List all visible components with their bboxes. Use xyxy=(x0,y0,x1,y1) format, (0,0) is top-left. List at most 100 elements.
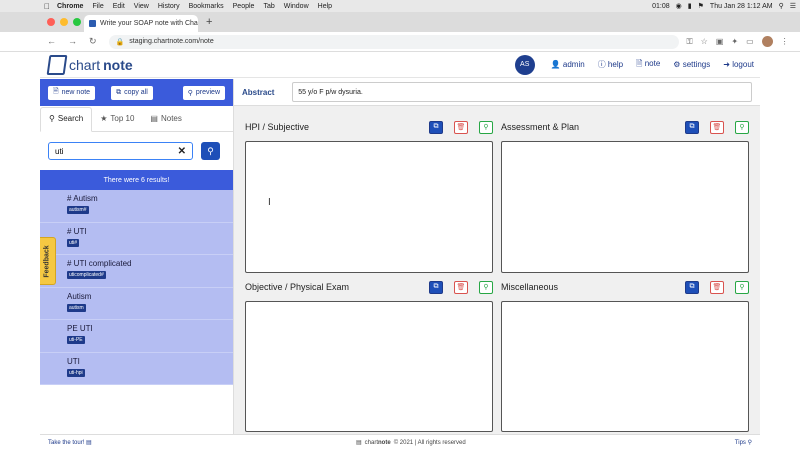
wifi-icon[interactable]: ◉ xyxy=(676,2,682,10)
text-cursor-icon: I xyxy=(268,197,271,208)
list-item[interactable]: # UTI complicated uticomplicated# xyxy=(40,255,233,288)
menu-bookmarks[interactable]: Bookmarks xyxy=(189,3,224,10)
forward-icon[interactable]: → xyxy=(68,36,77,47)
menu-edit[interactable]: Edit xyxy=(113,3,125,10)
result-title: # UTI complicated xyxy=(67,259,132,268)
result-tag: autism xyxy=(67,303,86,312)
address-bar[interactable]: 🔒 staging.chartnote.com/note xyxy=(108,34,679,49)
note-label: note xyxy=(644,58,661,68)
result-title: # UTI xyxy=(67,226,87,236)
new-tab-icon[interactable]: + xyxy=(206,16,212,28)
copy-all-button[interactable]: ⧉ copy all xyxy=(111,85,153,100)
logout-label: logout xyxy=(732,60,754,69)
close-window-button[interactable] xyxy=(47,18,55,26)
clear-search-icon[interactable]: ✕ xyxy=(178,146,186,157)
result-title: UTI xyxy=(67,356,80,366)
new-note-label: new note xyxy=(61,89,91,96)
search-button[interactable]: ⚲ xyxy=(201,142,220,160)
menu-history[interactable]: History xyxy=(158,3,180,10)
tour-label: Take the tour! xyxy=(48,440,85,446)
feedback-button[interactable]: Feedback xyxy=(40,237,56,285)
footer-logo-bold: note xyxy=(378,439,391,446)
logout-link[interactable]: ➜ logout xyxy=(723,60,754,69)
search-input[interactable]: uti ✕ xyxy=(48,142,193,160)
abstract-input[interactable]: 55 y/o F p/w dysuria. xyxy=(292,82,752,102)
main-content: Abstract 55 y/o F p/w dysuria. HPI / Sub… xyxy=(233,79,760,434)
tab-top10[interactable]: ★ Top 10 xyxy=(92,114,142,131)
search-section-button[interactable]: ⚲ xyxy=(735,280,749,294)
browser-menu-icon[interactable]: ⋮ xyxy=(781,37,789,46)
admin-link[interactable]: 👤 admin xyxy=(551,60,585,69)
note-link[interactable]: 🗎 note xyxy=(636,58,660,72)
assessment-textarea[interactable] xyxy=(501,141,749,273)
user-avatar[interactable]: AS xyxy=(514,54,535,75)
bookmark-star-icon[interactable]: ☆ xyxy=(701,37,708,46)
puzzle-icon[interactable]: ✦ xyxy=(731,37,738,46)
copy-section-button[interactable]: ⧉ xyxy=(429,120,443,134)
delete-section-button[interactable]: 🗑 xyxy=(454,120,468,134)
minimize-window-button[interactable] xyxy=(60,18,68,26)
list-item[interactable]: UTI uti-hpi xyxy=(40,353,233,385)
preview-button[interactable]: ⚲ preview xyxy=(182,85,225,100)
copyright: © 2021 | All rights reserved xyxy=(393,439,466,446)
search-section-button[interactable]: ⚲ xyxy=(735,120,749,134)
flag-icon[interactable]: ⚑ xyxy=(698,2,704,10)
copy-section-button[interactable]: ⧉ xyxy=(685,280,699,294)
objective-textarea[interactable] xyxy=(245,301,493,432)
misc-textarea[interactable] xyxy=(501,301,749,432)
menu-view[interactable]: View xyxy=(134,3,149,10)
list-item[interactable]: PE UTI uti-PE xyxy=(40,320,233,353)
tips-link[interactable]: Tips ⚲ xyxy=(735,439,752,446)
help-link[interactable]: ⓘ help xyxy=(598,59,623,70)
tab-search[interactable]: ⚲ Search xyxy=(40,107,93,132)
abstract-row: Abstract 55 y/o F p/w dysuria. xyxy=(234,79,760,106)
search-icon: ⚲ xyxy=(207,145,214,156)
control-center-icon[interactable]: ☰ xyxy=(790,2,796,10)
spotlight-icon[interactable]: ⚲ xyxy=(779,2,784,10)
back-icon[interactable]: ← xyxy=(47,36,56,47)
list-item[interactable]: # Autism autism# xyxy=(40,190,233,223)
menu-chrome[interactable]: Chrome xyxy=(57,3,83,10)
list-item[interactable]: Autism autism xyxy=(40,288,233,320)
settings-label: settings xyxy=(682,60,711,69)
copy-section-button[interactable]: ⧉ xyxy=(685,120,699,134)
extension-icon[interactable]: ▣ xyxy=(716,37,724,46)
tab-notes[interactable]: ▤ Notes xyxy=(142,114,189,131)
panel-title: Assessment & Plan xyxy=(501,122,580,132)
battery-icon[interactable]: ▮ xyxy=(688,2,692,10)
apple-icon[interactable]:  xyxy=(44,2,50,11)
cast-icon[interactable]: ▭ xyxy=(746,37,754,46)
profile-avatar[interactable] xyxy=(761,36,773,47)
key-icon[interactable]: ⚿ xyxy=(687,37,693,47)
app-header: chart note AS 👤 admin ⓘ help 🗎 note ⚙ set… xyxy=(40,52,760,78)
objective-panel: Objective / Physical Exam ⧉ 🗑 ⚲ xyxy=(245,277,493,432)
delete-section-button[interactable]: 🗑 xyxy=(710,120,724,134)
sidebar: 🗎 new note ⧉ copy all ⚲ preview ⚲ Search ★ To… xyxy=(40,79,233,434)
settings-link[interactable]: ⚙ settings xyxy=(673,60,710,69)
abstract-value: 55 y/o F p/w dysuria. xyxy=(298,88,363,96)
menu-people[interactable]: People xyxy=(233,3,255,10)
chartnote-logo[interactable]: chart note xyxy=(46,54,133,75)
menu-file[interactable]: File xyxy=(92,3,103,10)
search-section-button[interactable]: ⚲ xyxy=(479,120,493,134)
new-note-button[interactable]: 🗎 new note xyxy=(48,85,96,100)
browser-tab[interactable]: Write your SOAP note with Cha × xyxy=(84,15,198,32)
result-tag: autism# xyxy=(67,206,89,214)
abstract-label: Abstract xyxy=(242,87,275,97)
menu-help[interactable]: Help xyxy=(318,3,332,10)
sidebar-tabs: ⚲ Search ★ Top 10 ▤ Notes xyxy=(40,106,233,132)
hpi-textarea[interactable] xyxy=(245,141,493,273)
sidebar-toolbar: 🗎 new note ⧉ copy all ⚲ preview xyxy=(40,79,233,106)
delete-section-button[interactable]: 🗑 xyxy=(454,280,468,294)
zoom-window-button[interactable] xyxy=(73,18,81,26)
list-item[interactable]: # UTI uti# xyxy=(40,223,233,255)
take-tour-link[interactable]: Take the tour! ▤ xyxy=(48,439,92,446)
menu-tab[interactable]: Tab xyxy=(263,3,274,10)
tab-top10-label: Top 10 xyxy=(110,114,135,123)
search-section-button[interactable]: ⚲ xyxy=(479,280,493,294)
status-time: 01:08 xyxy=(652,2,670,10)
reload-icon[interactable]: ↻ xyxy=(89,36,97,47)
copy-section-button[interactable]: ⧉ xyxy=(429,280,443,294)
delete-section-button[interactable]: 🗑 xyxy=(710,280,724,294)
menu-window[interactable]: Window xyxy=(284,3,309,10)
